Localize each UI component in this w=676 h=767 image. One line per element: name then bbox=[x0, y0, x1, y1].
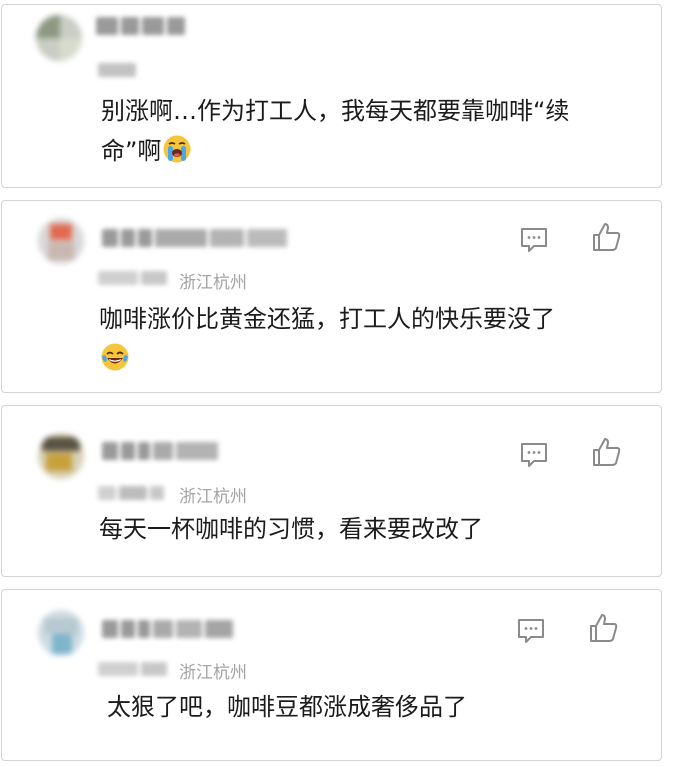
comment-bubble-icon[interactable] bbox=[517, 222, 551, 256]
location-label: 浙江杭州 bbox=[179, 273, 247, 293]
comment-text: 别涨啊…作为打工人，我每天都要靠咖啡“续 命”啊 bbox=[101, 97, 570, 165]
avatar[interactable] bbox=[38, 610, 84, 656]
username-blurred[interactable] bbox=[102, 442, 218, 460]
avatar[interactable] bbox=[38, 218, 84, 264]
username-blurred[interactable] bbox=[102, 229, 287, 247]
comment-bubble-icon[interactable] bbox=[517, 437, 551, 471]
comment-card: 浙江杭州 每天一杯咖啡的习惯，看来要改改了 bbox=[1, 405, 662, 577]
comment-card: 浙江杭州 咖啡涨价比黄金还猛，打工人的快乐要没了 bbox=[1, 200, 662, 393]
location-label: 浙江杭州 bbox=[179, 487, 247, 507]
meta-blurred bbox=[98, 662, 167, 676]
loudly-crying-face-icon bbox=[162, 134, 192, 164]
username-blurred[interactable] bbox=[96, 17, 185, 35]
comment-card: 浙江杭州 太狠了吧，咖啡豆都涨成奢侈品了 bbox=[1, 589, 662, 761]
meta-blurred bbox=[98, 271, 167, 285]
meta-blurred bbox=[98, 63, 136, 77]
thumbs-up-icon[interactable] bbox=[586, 611, 620, 645]
meta-blurred bbox=[98, 486, 164, 500]
comment-text: 每天一杯咖啡的习惯，看来要改改了 bbox=[99, 515, 483, 543]
avatar[interactable] bbox=[38, 433, 84, 479]
comment-bubble-icon[interactable] bbox=[514, 613, 548, 647]
tears-of-joy-face-icon bbox=[100, 342, 130, 372]
thumbs-up-icon[interactable] bbox=[589, 435, 623, 469]
comment-text: 咖啡涨价比黄金还猛，打工人的快乐要没了 bbox=[99, 299, 555, 379]
location-label: 浙江杭州 bbox=[179, 663, 247, 683]
thumbs-up-icon[interactable] bbox=[589, 220, 623, 254]
avatar[interactable] bbox=[36, 15, 82, 61]
comment-text: 太狠了吧，咖啡豆都涨成奢侈品了 bbox=[107, 693, 467, 721]
username-blurred[interactable] bbox=[102, 620, 233, 638]
comment-card: 别涨啊…作为打工人，我每天都要靠咖啡“续 命”啊 bbox=[1, 4, 662, 188]
